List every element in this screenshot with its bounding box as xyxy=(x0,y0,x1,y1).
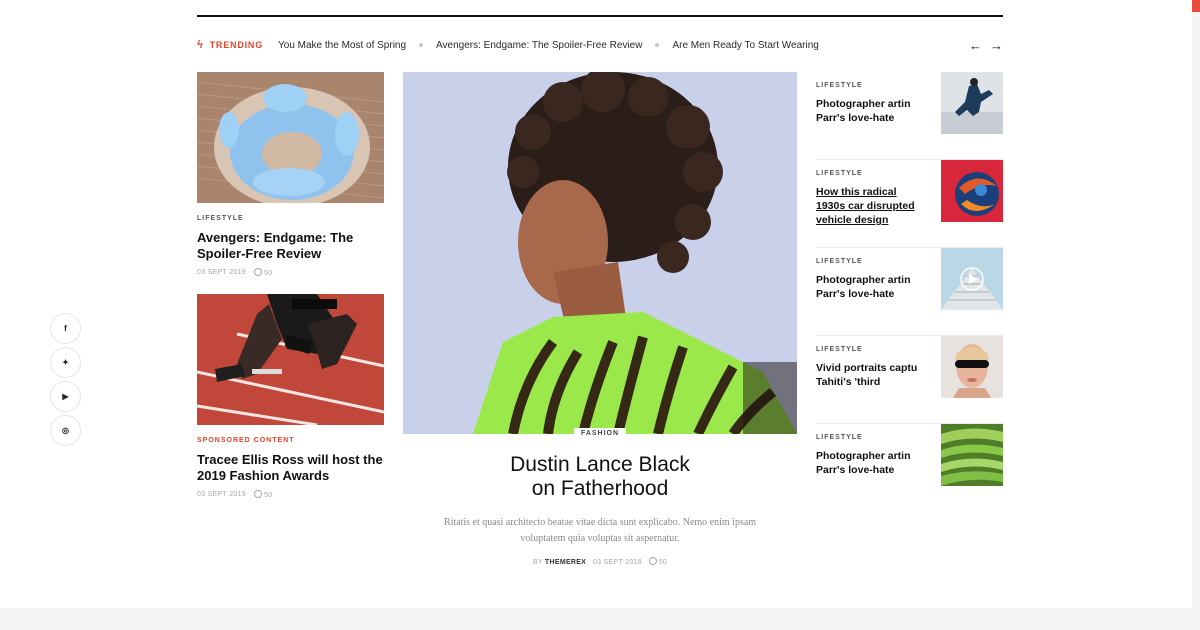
article-title[interactable]: Vivid portraits captu Tahiti's 'third xyxy=(816,361,928,389)
lightning-icon: ϟ xyxy=(197,39,204,51)
featured-image-portrait[interactable] xyxy=(403,72,797,434)
article-card: SPONSORED CONTENT Tracee Ellis Ross will… xyxy=(197,294,384,499)
comment-icon xyxy=(254,490,263,498)
right-column: LIFESTYLE Photographer artin Parr's love… xyxy=(816,72,1003,512)
twitter-icon[interactable]: ✦ xyxy=(50,347,81,378)
article-meta: 03 SEPT 2019 50 xyxy=(197,490,384,499)
comment-icon xyxy=(254,268,263,276)
article-category[interactable]: LIFESTYLE xyxy=(816,434,863,441)
trending-label: TRENDING xyxy=(209,40,264,50)
article-category[interactable]: LIFESTYLE xyxy=(197,215,384,222)
article-category[interactable]: LIFESTYLE xyxy=(816,346,863,353)
article-date: 03 SEPT 2019 xyxy=(197,491,247,498)
article-image-runner[interactable] xyxy=(197,294,384,425)
article-category[interactable]: LIFESTYLE xyxy=(816,82,863,89)
comments-count[interactable]: 50 xyxy=(254,268,272,277)
article-meta: 03 SEPT 2019 50 xyxy=(197,268,384,277)
featured-meta: BY THEMEREX 03 SEPT 2019 50 xyxy=(403,557,797,566)
featured-category-tag[interactable]: FASHION xyxy=(573,428,627,439)
featured-title-line1: Dustin Lance Black xyxy=(510,453,690,476)
youtube-icon[interactable]: ▶ xyxy=(50,381,81,412)
featured-date: 03 SEPT 2019 xyxy=(592,559,642,566)
trending-link[interactable]: Avengers: Endgame: The Spoiler-Free Revi… xyxy=(436,40,642,51)
comments-number: 50 xyxy=(264,270,273,277)
arrow-left-icon[interactable]: ← xyxy=(969,38,982,53)
list-item: LIFESTYLE Photographer artin Parr's love… xyxy=(816,72,1003,160)
thumbnail-abstract-sphere[interactable] xyxy=(941,160,1003,222)
thumbnail-building-video[interactable] xyxy=(941,248,1003,310)
comments-count[interactable]: 50 xyxy=(648,557,668,566)
article-title[interactable]: How this radical 1930s car disrupted veh… xyxy=(816,185,928,227)
list-item: LIFESTYLE How this radical 1930s car dis… xyxy=(816,160,1003,248)
trending-separator xyxy=(419,43,424,47)
featured-title[interactable]: Dustin Lance Black on Fatherhood xyxy=(403,453,797,501)
comments-number: 50 xyxy=(658,559,668,566)
article-title[interactable]: Photographer artin Parr's love-hate xyxy=(816,449,928,477)
thumbnail-skater[interactable] xyxy=(941,72,1003,134)
article-card: LIFESTYLE Avengers: Endgame: The Spoiler… xyxy=(197,72,384,277)
featured-title-line2: on Fatherhood xyxy=(531,477,669,500)
thumbnail-portrait-glasses[interactable] xyxy=(941,336,1003,398)
facebook-icon[interactable]: f xyxy=(50,313,81,344)
trending-separator xyxy=(655,43,660,47)
comments-count[interactable]: 50 xyxy=(254,490,272,499)
article-title[interactable]: Tracee Ellis Ross will host the 2019 Fas… xyxy=(197,452,384,484)
author-link[interactable]: THEMEREX xyxy=(545,559,586,566)
trending-badge: ϟ TRENDING xyxy=(197,39,278,51)
article-title[interactable]: Avengers: Endgame: The Spoiler-Free Revi… xyxy=(197,230,384,262)
featured-excerpt: Ritatis et quasi architecto beatae vitae… xyxy=(403,515,797,547)
featured-excerpt-line2: voluptatem quia voluptas sit aspernatur. xyxy=(520,533,680,544)
social-share: f ✦ ▶ ◎ xyxy=(50,313,81,446)
trending-link[interactable]: You Make the Most of Spring xyxy=(278,40,406,51)
scrollbar-thumb[interactable] xyxy=(1192,0,1200,12)
trending-link[interactable]: Are Men Ready To Start Wearing xyxy=(672,40,818,51)
list-item: LIFESTYLE Photographer artin Parr's love… xyxy=(816,424,1003,512)
footer-band xyxy=(0,608,1192,630)
trending-nav: ← → xyxy=(969,38,1003,53)
instagram-icon[interactable]: ◎ xyxy=(50,415,81,446)
comments-number: 50 xyxy=(264,492,273,499)
trending-bar: ϟ TRENDING You Make the Most of Spring A… xyxy=(197,37,1003,53)
arrow-right-icon[interactable]: → xyxy=(990,38,1003,53)
article-title[interactable]: Photographer artin Parr's love-hate xyxy=(816,97,928,125)
article-date: 03 SEPT 2019 xyxy=(197,269,247,276)
list-item: LIFESTYLE Vivid portraits captu Tahiti's… xyxy=(816,336,1003,424)
article-category[interactable]: SPONSORED CONTENT xyxy=(197,437,384,444)
article-title[interactable]: Photographer artin Parr's love-hate xyxy=(816,273,928,301)
featured-excerpt-line1: Ritatis et quasi architecto beatae vitae… xyxy=(443,517,757,528)
article-category[interactable]: LIFESTYLE xyxy=(816,170,863,177)
comment-icon xyxy=(648,557,657,565)
article-category[interactable]: LIFESTYLE xyxy=(816,258,863,265)
page-scrollbar[interactable] xyxy=(1192,0,1200,630)
featured-article: FASHION Dustin Lance Black on Fatherhood… xyxy=(403,72,797,566)
list-item: LIFESTYLE Photographer artin Parr's love… xyxy=(816,248,1003,336)
article-image-architecture[interactable] xyxy=(197,72,384,203)
left-column: LIFESTYLE Avengers: Endgame: The Spoiler… xyxy=(197,72,384,499)
header-divider xyxy=(197,15,1003,17)
thumbnail-rice-terraces[interactable] xyxy=(941,424,1003,486)
byline-prefix: BY xyxy=(532,559,543,566)
